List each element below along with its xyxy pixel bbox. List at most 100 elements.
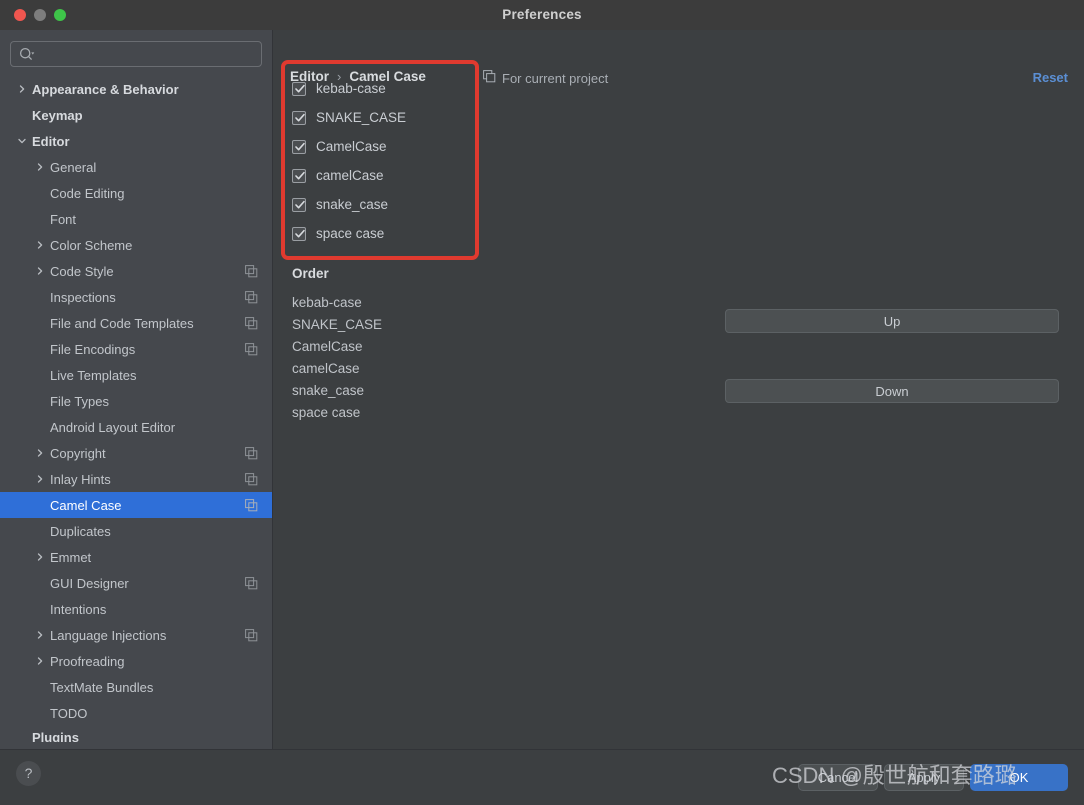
order-list-item[interactable]: space case — [292, 402, 382, 424]
sidebar-item-inlay-hints[interactable]: Inlay Hints — [0, 466, 272, 492]
sidebar-item-label: Plugins — [32, 730, 79, 742]
check-icon — [295, 113, 305, 121]
sidebar-item-label: Code Editing — [50, 185, 125, 201]
chevron-right-icon[interactable] — [34, 265, 46, 277]
order-list[interactable]: kebab-case SNAKE_CASE CamelCase camelCase sn… — [292, 292, 382, 424]
order-list-item[interactable]: snake_case — [292, 380, 382, 402]
for-current-project-label: For current project — [502, 70, 609, 86]
sidebar-item-file-and-code-templates[interactable]: File and Code Templates — [0, 310, 272, 336]
chevron-right-icon[interactable] — [34, 551, 46, 563]
sidebar-item-live-templates[interactable]: Live Templates — [0, 362, 272, 388]
check-icon — [295, 142, 305, 150]
sidebar-item-label: Intentions — [50, 601, 107, 617]
sidebar-item-emmet[interactable]: Emmet — [0, 544, 272, 570]
order-list-item[interactable]: SNAKE_CASE — [292, 314, 382, 336]
checkbox-camelcase[interactable] — [292, 139, 306, 154]
sidebar-item-file-types[interactable]: File Types — [0, 388, 272, 414]
sidebar-item-keymap[interactable]: Keymap — [0, 102, 272, 128]
sidebar-item-label: Emmet — [50, 549, 92, 565]
chevron-down-icon[interactable] — [16, 135, 28, 147]
check-icon — [295, 229, 305, 237]
checkbox-snake-case[interactable] — [292, 110, 306, 125]
copy-scope-icon — [483, 70, 496, 86]
sidebar-item-label: Camel Case — [50, 497, 122, 513]
chevron-right-icon[interactable] — [34, 473, 46, 485]
chevron-right-icon[interactable] — [34, 447, 46, 459]
sidebar-item-label: TODO — [50, 705, 88, 721]
check-icon — [295, 200, 305, 208]
settings-tree[interactable]: Appearance & Behavior Keymap Editor General… — [0, 76, 272, 749]
sidebar-item-textmate-bundles[interactable]: TextMate Bundles — [0, 674, 272, 700]
sidebar-item-label: File and Code Templates — [50, 315, 194, 331]
sidebar-item-editor[interactable]: Editor — [0, 128, 272, 154]
settings-sidebar: Appearance & Behavior Keymap Editor General… — [0, 30, 273, 749]
reset-link[interactable]: Reset — [1033, 70, 1068, 85]
chevron-right-icon[interactable] — [16, 83, 28, 95]
order-list-item[interactable]: kebab-case — [292, 292, 382, 314]
sidebar-item-file-encodings[interactable]: File Encodings — [0, 336, 272, 362]
copy-scope-icon — [245, 472, 258, 486]
sidebar-item-label: Live Templates — [50, 367, 137, 383]
sidebar-item-label: GUI Designer — [50, 575, 129, 591]
sidebar-item-plugins[interactable]: Plugins — [0, 726, 272, 742]
copy-scope-icon — [245, 342, 258, 356]
sidebar-item-label: Inspections — [50, 289, 116, 305]
sidebar-item-general[interactable]: General — [0, 154, 272, 180]
checkbox-row[interactable]: camelCase — [292, 161, 472, 190]
check-icon — [295, 171, 305, 179]
checkbox-label: space case — [316, 226, 385, 241]
chevron-right-icon[interactable] — [34, 239, 46, 251]
sidebar-item-language-injections[interactable]: Language Injections — [0, 622, 272, 648]
checkbox-space-case[interactable] — [292, 226, 306, 241]
sidebar-item-camel-case[interactable]: Camel Case — [0, 492, 272, 518]
checkbox-snake-case[interactable] — [292, 197, 306, 212]
order-list-item[interactable]: camelCase — [292, 358, 382, 380]
move-down-button[interactable]: Down — [725, 379, 1059, 403]
sidebar-item-copyright[interactable]: Copyright — [0, 440, 272, 466]
sidebar-item-todo[interactable]: TODO — [0, 700, 272, 726]
checkbox-camelcase[interactable] — [292, 168, 306, 183]
copy-scope-icon — [245, 446, 258, 460]
search-input[interactable] — [39, 42, 261, 68]
sidebar-item-intentions[interactable]: Intentions — [0, 596, 272, 622]
sidebar-item-label: General — [50, 159, 97, 175]
checkbox-row[interactable]: snake_case — [292, 190, 472, 219]
help-button[interactable]: ? — [16, 761, 41, 786]
order-list-item[interactable]: CamelCase — [292, 336, 382, 358]
checkbox-row[interactable]: space case — [292, 219, 472, 248]
checkbox-row[interactable]: SNAKE_CASE — [292, 103, 472, 132]
chevron-right-icon[interactable] — [34, 161, 46, 173]
copy-scope-icon — [245, 316, 258, 330]
apply-button[interactable]: Apply — [884, 764, 964, 791]
ok-button[interactable]: OK — [970, 764, 1068, 791]
sidebar-item-font[interactable]: Font — [0, 206, 272, 232]
sidebar-item-label: Editor — [32, 133, 70, 149]
sidebar-item-android-layout-editor[interactable]: Android Layout Editor — [0, 414, 272, 440]
checkbox-label: SNAKE_CASE — [316, 110, 407, 125]
sidebar-item-label: Inlay Hints — [50, 471, 111, 487]
checkbox-row[interactable]: kebab-case — [292, 74, 472, 103]
sidebar-item-gui-designer[interactable]: GUI Designer — [0, 570, 272, 596]
dialog-footer: ? Cancel Apply OK — [0, 749, 1084, 805]
chevron-right-icon[interactable] — [34, 629, 46, 641]
move-up-button[interactable]: Up — [725, 309, 1059, 333]
checkbox-label: camelCase — [316, 168, 384, 183]
checkbox-row[interactable]: CamelCase — [292, 132, 472, 161]
preferences-window: Preferences Appearance & Behavior Keymap E… — [0, 0, 1084, 805]
copy-scope-icon — [245, 290, 258, 304]
sidebar-item-label: Android Layout Editor — [50, 419, 176, 435]
sidebar-item-proofreading[interactable]: Proofreading — [0, 648, 272, 674]
search-field[interactable] — [10, 41, 262, 68]
cancel-button[interactable]: Cancel — [798, 764, 878, 791]
sidebar-item-label: Code Style — [50, 263, 114, 279]
sidebar-item-code-style[interactable]: Code Style — [0, 258, 272, 284]
checkbox-kebab-case[interactable] — [292, 81, 306, 96]
sidebar-item-color-scheme[interactable]: Color Scheme — [0, 232, 272, 258]
sidebar-item-label: Keymap — [32, 107, 83, 123]
checkbox-label: CamelCase — [316, 139, 387, 154]
sidebar-item-duplicates[interactable]: Duplicates — [0, 518, 272, 544]
chevron-right-icon[interactable] — [34, 655, 46, 667]
sidebar-item-inspections[interactable]: Inspections — [0, 284, 272, 310]
sidebar-item-code-editing[interactable]: Code Editing — [0, 180, 272, 206]
sidebar-item-appearance-behavior[interactable]: Appearance & Behavior — [0, 76, 272, 102]
